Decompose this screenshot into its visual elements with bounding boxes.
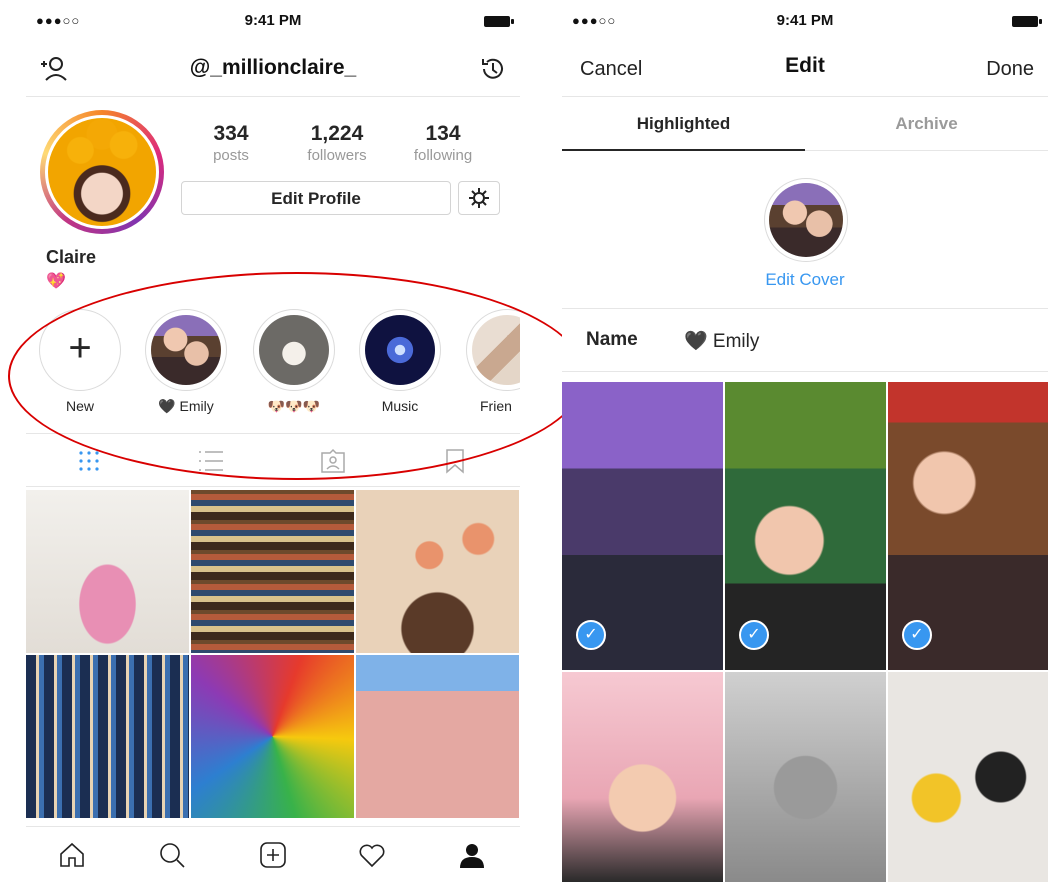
highlight-label: Music (381, 398, 419, 414)
following-label: following (413, 147, 473, 164)
segment-control: Highlighted Archive (562, 96, 1048, 151)
archive-history-icon[interactable] (476, 52, 510, 86)
status-bar: ●●●○○ 9:41 PM (26, 0, 520, 42)
highlight-emily[interactable]: 🖤 Emily (144, 309, 228, 415)
edit-title: Edit (785, 54, 825, 77)
highlight-label: New (65, 398, 94, 414)
profile-nav-bar: @_millionclaire_ (26, 42, 520, 97)
followers-label: followers (307, 147, 367, 164)
edit-cover-button[interactable]: Edit Cover (562, 270, 1048, 290)
edit-nav-bar: Cancel Edit Done (562, 42, 1048, 97)
profile-screen: ●●●○○ 9:41 PM @_millionclaire_ 334 posts… (26, 0, 520, 882)
story-tile[interactable]: ✓ (888, 382, 1048, 670)
story-tile[interactable]: ✓ (562, 382, 723, 670)
highlight-music[interactable]: Music (358, 309, 442, 414)
highlight-cover (145, 309, 227, 391)
home-icon[interactable] (56, 839, 88, 871)
bottom-tab-bar (26, 826, 520, 882)
highlight-label: 🖤 Emily (158, 398, 214, 414)
story-tile[interactable] (562, 672, 723, 882)
edit-profile-button[interactable]: Edit Profile (181, 181, 451, 215)
tab-archive-label: Archive (895, 114, 958, 133)
tab-archive[interactable]: Archive (805, 96, 1048, 150)
selected-check-icon: ✓ (576, 620, 606, 650)
posts-stat[interactable]: 334 posts (186, 122, 276, 164)
highlight-name-row: Name 🖤 Emily (562, 308, 1048, 372)
following-count: 134 (425, 122, 461, 145)
grid-view-icon[interactable] (74, 446, 104, 476)
status-time: 9:41 PM (776, 12, 834, 29)
profile-avatar[interactable] (40, 110, 164, 234)
tagged-photos-icon[interactable] (318, 446, 348, 476)
active-tab-indicator (562, 149, 805, 151)
story-tile[interactable]: ✓ (725, 382, 886, 670)
done-button[interactable]: Done (986, 58, 1034, 81)
highlight-name-field[interactable]: 🖤 Emily (684, 329, 759, 353)
photo-tile[interactable] (26, 490, 189, 653)
profile-icon[interactable] (456, 839, 488, 871)
followers-count: 1,224 (310, 122, 364, 145)
search-icon[interactable] (156, 839, 188, 871)
new-post-icon[interactable] (257, 839, 289, 871)
photo-tile[interactable] (191, 655, 354, 818)
highlight-cover-image[interactable] (764, 178, 848, 262)
story-tile[interactable] (888, 672, 1048, 882)
status-time: 9:41 PM (244, 12, 302, 29)
gear-icon (469, 188, 489, 208)
profile-display-name: Claire (46, 247, 97, 267)
name-label: Name (586, 329, 638, 350)
photo-tile[interactable] (26, 655, 189, 818)
highlight-cover (359, 309, 441, 391)
following-stat[interactable]: 134 following (398, 122, 488, 164)
photo-tile[interactable] (356, 490, 519, 653)
heart-icon[interactable] (356, 839, 388, 871)
highlight-cover (466, 309, 520, 391)
highlight-friends[interactable]: Frien (466, 309, 520, 414)
list-view-icon[interactable] (196, 446, 226, 476)
highlight-cover (253, 309, 335, 391)
story-tile[interactable] (725, 672, 886, 882)
settings-button[interactable] (458, 181, 500, 215)
cover-photo (769, 183, 843, 257)
edit-highlight-screen: ●●●○○ 9:41 PM Cancel Edit Done Highlight… (562, 0, 1048, 882)
tab-highlighted-label: Highlighted (636, 114, 731, 133)
posts-count: 334 (213, 122, 249, 145)
battery-icon (1012, 16, 1042, 27)
plus-icon: + (68, 326, 92, 370)
avatar-photo (45, 115, 159, 229)
profile-view-tabs (26, 433, 520, 487)
profile-username: @_millionclaire_ (189, 56, 357, 79)
status-bar: ●●●○○ 9:41 PM (562, 0, 1048, 42)
photo-tile[interactable] (356, 655, 519, 818)
posts-label: posts (213, 147, 249, 164)
profile-bio: 💖 (46, 273, 66, 290)
highlight-new[interactable]: + New (38, 309, 122, 414)
photo-tile[interactable] (191, 490, 354, 653)
new-highlight-circle: + (39, 309, 121, 391)
highlight-dogs[interactable]: 🐶🐶🐶 (252, 309, 336, 415)
highlight-label: Frien (480, 398, 512, 414)
battery-icon (484, 16, 514, 27)
saved-bookmark-icon[interactable] (440, 446, 470, 476)
followers-stat[interactable]: 1,224 followers (292, 122, 382, 164)
highlight-label: 🐶🐶🐶 (267, 398, 321, 414)
selected-check-icon: ✓ (902, 620, 932, 650)
tab-highlighted[interactable]: Highlighted (562, 96, 805, 151)
selected-check-icon: ✓ (739, 620, 769, 650)
